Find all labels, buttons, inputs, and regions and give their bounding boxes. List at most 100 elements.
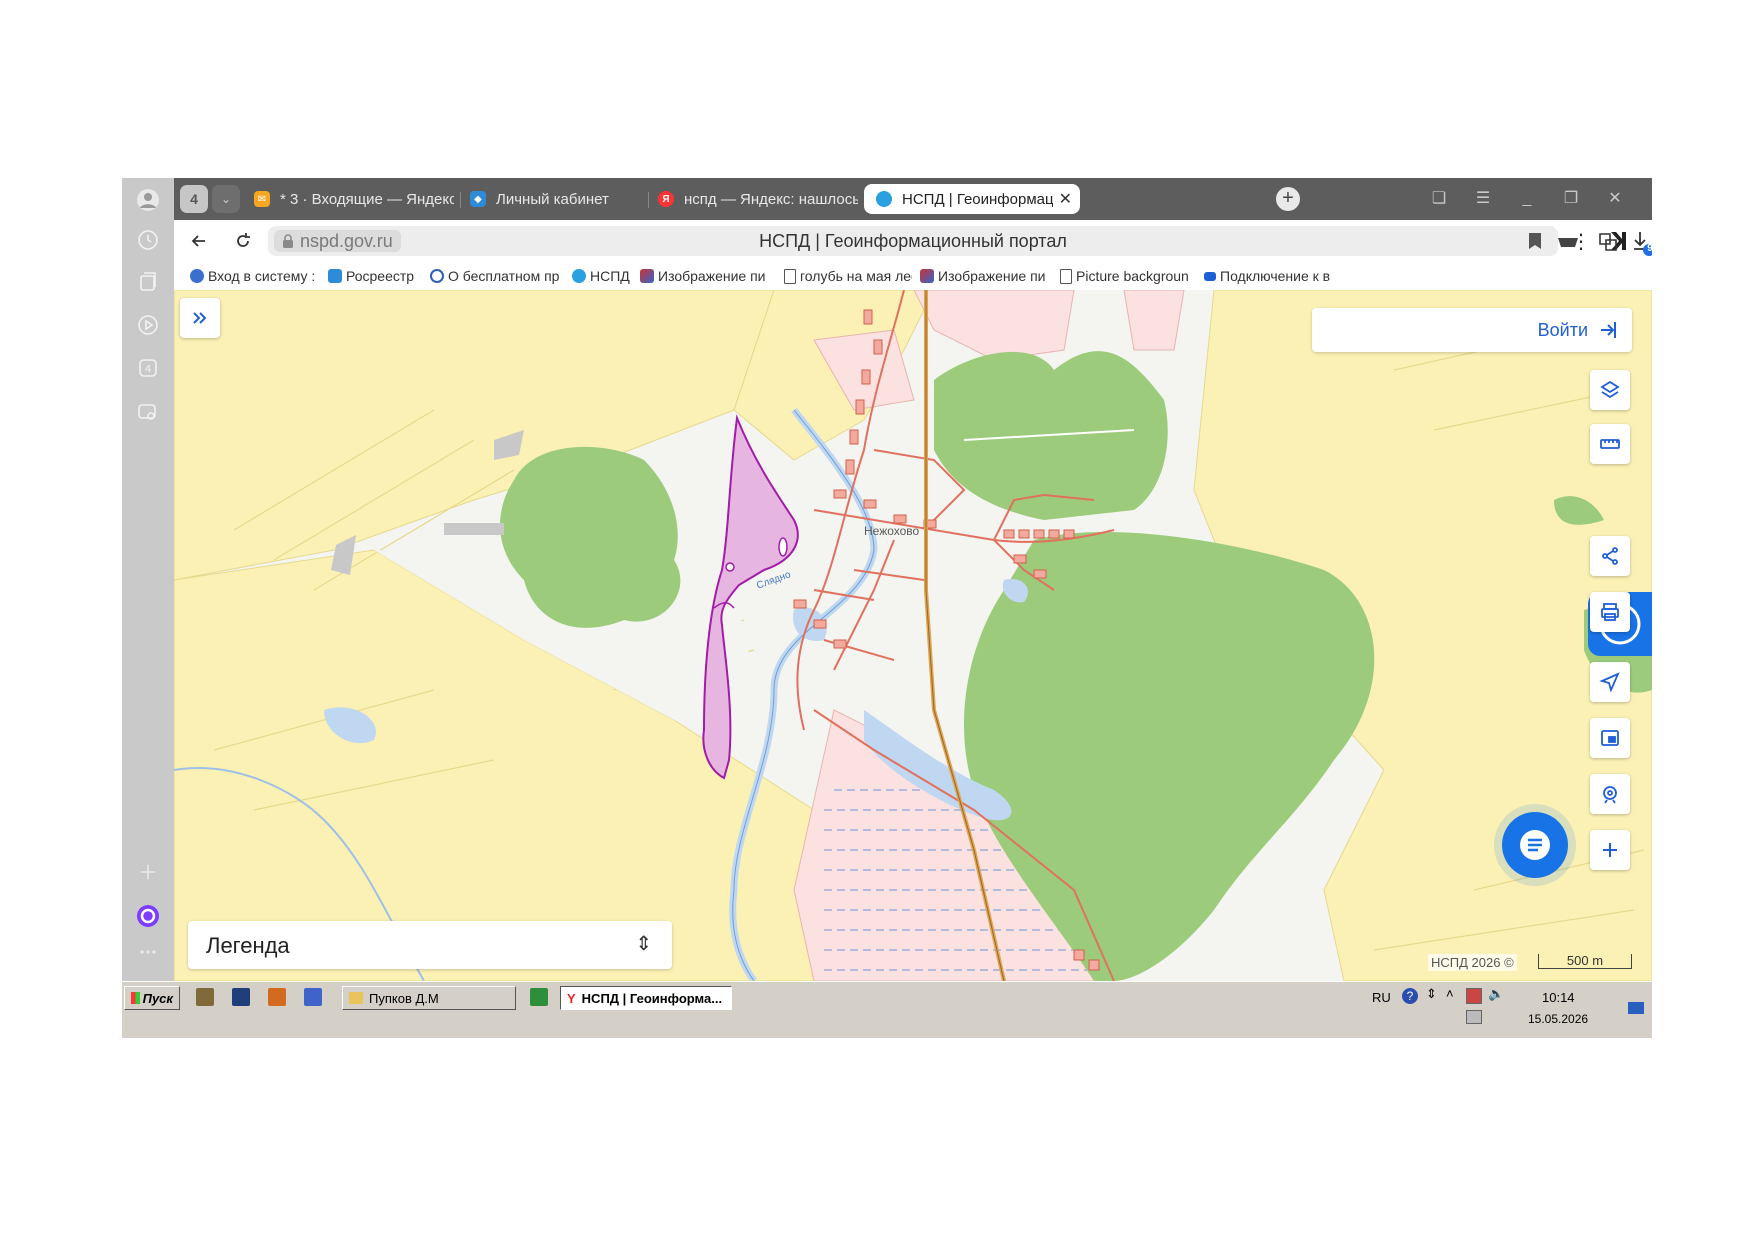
- downloads-icon[interactable]: 9: [1632, 230, 1652, 256]
- address-bar: nspd.gov.ru НСПД | Геоинформационный пор…: [174, 220, 1652, 262]
- bookmark-panel-icon[interactable]: ❏: [1428, 188, 1450, 210]
- tab-nspd[interactable]: НСПД | Геоинформаци ✕: [864, 184, 1080, 214]
- save-icon[interactable]: [304, 988, 322, 1006]
- bookmark-item[interactable]: Подключение к в: [1204, 267, 1344, 285]
- menu-icon[interactable]: ☰: [1472, 188, 1494, 210]
- locate-button[interactable]: [1590, 662, 1630, 702]
- new-tab-button[interactable]: +: [1276, 187, 1300, 211]
- tray-device-icon[interactable]: [1466, 1010, 1482, 1024]
- expand-panel-button[interactable]: [180, 298, 220, 338]
- yandex-browser-icon: Y: [567, 990, 576, 1006]
- back-icon[interactable]: [186, 228, 212, 254]
- share-button[interactable]: [1590, 536, 1630, 576]
- chevron-down-icon[interactable]: ⌄: [212, 185, 240, 213]
- c-icon: [430, 269, 444, 283]
- close-tab-icon[interactable]: ✕: [1059, 189, 1072, 209]
- more-icon[interactable]: [134, 938, 162, 966]
- bookmark-item[interactable]: голубь на мая лес: [784, 267, 912, 285]
- language-indicator[interactable]: RU: [1372, 990, 1391, 1005]
- login-icon: [1601, 322, 1616, 338]
- minimap-icon: [1601, 730, 1619, 746]
- add-panel-icon[interactable]: [134, 858, 162, 886]
- play-icon[interactable]: [134, 311, 162, 339]
- chevron-updown-icon[interactable]: ⇕: [635, 931, 652, 956]
- nspd-icon: [572, 269, 586, 283]
- zoom-in-button[interactable]: [1590, 830, 1630, 870]
- tab-yandex-search[interactable]: Я нспд — Яндекс: нашлось: [658, 184, 858, 214]
- rosreestr-icon: [328, 269, 342, 283]
- screenshot-icon[interactable]: [134, 398, 162, 426]
- bookmark-item[interactable]: Росреестр: [328, 267, 424, 285]
- collections-icon[interactable]: [134, 268, 162, 296]
- minimize-icon[interactable]: _: [1516, 188, 1538, 210]
- village-label: Нежохово: [864, 524, 920, 538]
- windows-logo-icon: [131, 992, 140, 1004]
- reload-icon[interactable]: [230, 228, 256, 254]
- tab-label: * 3 · Входящие — Яндекс: [280, 190, 454, 208]
- tab-cabinet[interactable]: ◆ Личный кабинет: [470, 184, 640, 214]
- search-location-button[interactable]: [1590, 774, 1630, 814]
- help-icon[interactable]: ?: [1402, 988, 1418, 1004]
- excel-icon[interactable]: [530, 988, 548, 1006]
- tray-expand-icon[interactable]: ˄: [1446, 986, 1454, 1001]
- illustrator-icon[interactable]: [268, 988, 286, 1006]
- login-button[interactable]: Войти: [1312, 308, 1632, 352]
- folder-icon: [349, 992, 363, 1004]
- profile-icon[interactable]: [134, 186, 162, 214]
- bookmark-item[interactable]: Picture backgroun: [1060, 267, 1196, 285]
- image-icon: [920, 269, 934, 283]
- extensions-group: 9: [1522, 228, 1652, 258]
- image-icon: [640, 269, 654, 283]
- bookmark-item[interactable]: Вход в систему ::: [190, 267, 316, 285]
- share-icon: [1602, 547, 1618, 565]
- taskbar-browser[interactable]: Y НСПД | Геоинформа...: [560, 986, 732, 1010]
- tab-label: НСПД | Геоинформаци: [902, 190, 1053, 208]
- tabs-count-icon[interactable]: 4: [134, 354, 162, 382]
- search-location-icon: [1603, 786, 1617, 804]
- chat-icon: [1520, 830, 1550, 860]
- print-button[interactable]: [1590, 592, 1630, 632]
- taskbar-folder[interactable]: Пупков Д.М: [342, 986, 516, 1010]
- tab-counter[interactable]: 4: [180, 185, 208, 213]
- network-icon[interactable]: [1466, 988, 1482, 1004]
- yandex-sidebar: 4: [122, 178, 174, 981]
- photoshop-icon[interactable]: [232, 988, 250, 1006]
- ruler-icon: [1600, 439, 1620, 449]
- close-window-icon[interactable]: ✕: [1604, 188, 1626, 210]
- ruler-button[interactable]: [1590, 424, 1630, 464]
- url-box[interactable]: nspd.gov.ru НСПД | Геоинформационный пор…: [268, 226, 1558, 256]
- tray-arrows-icon[interactable]: ⇕: [1426, 986, 1437, 1002]
- bookmark-item[interactable]: Изображение пи: [920, 267, 1052, 285]
- mail-icon: ✉: [254, 191, 270, 207]
- alice-icon[interactable]: [134, 902, 162, 930]
- map-canvas[interactable]: Сляднo Нежохово Войти Легенда ⇕ НСПД 202…: [174, 290, 1652, 981]
- tab-mail[interactable]: ✉ * 3 · Входящие — Яндекс: [254, 184, 454, 214]
- bookmark-item[interactable]: НСПД: [572, 267, 632, 285]
- layers-button[interactable]: [1590, 370, 1630, 410]
- bookmark-item[interactable]: Изображение пи: [640, 267, 774, 285]
- nspd-icon: [876, 191, 892, 207]
- shield-extension-icon[interactable]: [1556, 232, 1580, 254]
- map-tiles: [174, 290, 1652, 981]
- bookmarks-bar: Вход в систему :: Росреестр О бесплатном…: [174, 262, 1652, 291]
- volume-icon[interactable]: 🔈: [1488, 986, 1504, 1002]
- doc-icon: [784, 268, 796, 284]
- bookmark-item[interactable]: О бесплатном пр: [430, 267, 564, 285]
- doc-icon: [1060, 268, 1072, 284]
- legend-panel[interactable]: Легенда ⇕: [188, 921, 672, 969]
- translate-icon[interactable]: [1596, 230, 1620, 254]
- library-icon[interactable]: [196, 988, 214, 1006]
- page-title: НСПД | Геоинформационный портал: [759, 231, 1067, 251]
- clock-time[interactable]: 10:14: [1542, 990, 1575, 1005]
- start-button[interactable]: Пуск: [124, 986, 180, 1010]
- minimap-button[interactable]: [1590, 718, 1630, 758]
- clock-date[interactable]: 15.05.2026: [1528, 1012, 1588, 1026]
- svg-text:4: 4: [145, 364, 151, 375]
- windows-taskbar: Пуск Пупков Д.М Y НСПД | Геоинформа... R…: [122, 981, 1652, 1038]
- rosreestr-icon: ◆: [470, 191, 486, 207]
- legend-title: Легенда: [206, 933, 290, 958]
- history-icon[interactable]: [134, 226, 162, 254]
- restore-icon[interactable]: ❐: [1560, 188, 1582, 210]
- show-desktop-icon[interactable]: [1628, 1002, 1644, 1014]
- chat-button[interactable]: [1502, 812, 1568, 878]
